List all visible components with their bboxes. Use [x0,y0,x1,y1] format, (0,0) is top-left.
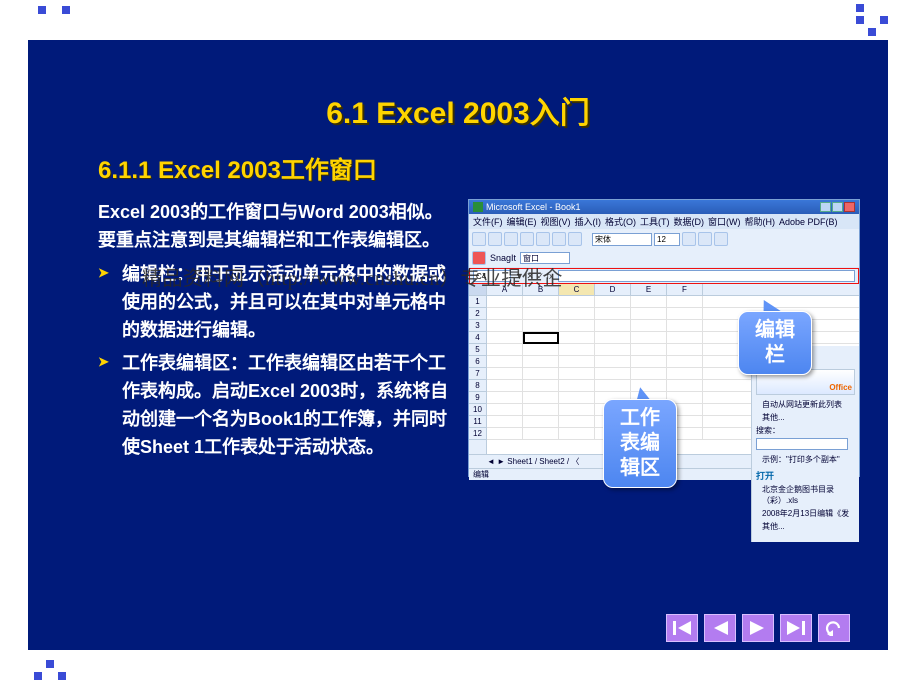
slide: 6.1 Excel 2003入门 6.1.1 Excel 2003工作窗口 Ex… [28,40,888,650]
row-headers: 1 2 3 4 5 6 7 8 9 10 11 12 [469,284,487,454]
col-e[interactable]: E [631,284,667,295]
row-7[interactable]: 7 [469,368,486,380]
office-logo: Office [829,383,852,392]
menu-format[interactable]: 格式(O) [605,215,636,228]
nav-first-button[interactable] [666,614,698,642]
font-select[interactable]: 宋体 [592,233,652,246]
col-c[interactable]: C [559,284,595,295]
formula-bar-highlight: C4 ▼ ✕ ✓ fx [469,268,859,284]
italic-icon[interactable] [698,232,712,246]
illustration-column: Microsoft Excel - Book1 文件(F) 编辑(E) 视图(V… [458,199,888,468]
text-column: Excel 2003的工作窗口与Word 2003相似。要重点注意到是其编辑栏和… [28,199,458,468]
row-9[interactable]: 9 [469,392,486,404]
task-pane: 开始工作 ▾ Office 自动从网站更新此列表 其他... 搜索： 示例："打… [751,346,859,542]
slide-subtitle: 6.1.1 Excel 2003工作窗口 [28,132,888,185]
menu-adobe[interactable]: Adobe PDF(B) [779,217,838,227]
maximize-icon[interactable] [832,202,843,212]
cut-icon[interactable] [536,232,550,246]
row-8[interactable]: 8 [469,380,486,392]
nav-buttons [666,614,850,642]
nav-last-button[interactable] [780,614,812,642]
deco-bottom [0,654,920,688]
menu-view[interactable]: 视图(V) [541,215,571,228]
tp-open-header: 打开 [756,469,855,482]
row-11[interactable]: 11 [469,416,486,428]
print-icon[interactable] [520,232,534,246]
snagit-label: SnagIt [490,253,516,263]
tp-search-label: 搜索： [756,425,855,436]
nav-next-button[interactable] [742,614,774,642]
tp-open3[interactable]: 其他... [762,521,855,532]
slide-title: 6.1 Excel 2003入门 [28,40,888,132]
menu-file[interactable]: 文件(F) [473,215,503,228]
bullet-worksheet-area: 工作表编辑区：工作表编辑区由若干个工作表构成。启动Excel 2003时，系统将… [98,350,458,462]
menu-tools[interactable]: 工具(T) [640,215,670,228]
row-4[interactable]: 4 [469,332,486,344]
menu-data[interactable]: 数据(D) [674,215,705,228]
app-title: Microsoft Excel - Book1 [486,202,581,212]
row-12[interactable]: 12 [469,428,486,440]
excel-toolbar-snagit: SnagIt 窗口 [469,249,859,267]
tp-open2[interactable]: 2008年2月13日编辑《发 [762,508,855,519]
row-6[interactable]: 6 [469,356,486,368]
new-icon[interactable] [472,232,486,246]
status-left: 编辑 [473,469,489,480]
row-1[interactable]: 1 [469,296,486,308]
fx-controls[interactable]: ▼ ✕ ✓ fx [515,271,554,282]
tp-example: 示例："打印多个副本" [762,454,855,465]
excel-titlebar: Microsoft Excel - Book1 [469,200,859,214]
callout-worksheet-area: 工作表编辑区 [603,399,677,488]
bold-icon[interactable] [682,232,696,246]
fontsize-select[interactable]: 12 [654,233,680,246]
sheet-tab-list[interactable]: ◄ ► Sheet1 / Sheet2 / 〈 [487,456,579,467]
open-icon[interactable] [488,232,502,246]
paste-icon[interactable] [568,232,582,246]
callout-formula-bar: 编辑栏 [738,311,812,375]
row-5[interactable]: 5 [469,344,486,356]
active-cell-c4[interactable] [523,332,559,344]
paragraph-intro: Excel 2003的工作窗口与Word 2003相似。要重点注意到是其编辑栏和… [98,199,458,255]
close-icon[interactable] [844,202,855,212]
col-headers: A B C D E F [487,284,859,296]
excel-menubar: 文件(F) 编辑(E) 视图(V) 插入(I) 格式(O) 工具(T) 数据(D… [469,214,859,229]
row-2[interactable]: 2 [469,308,486,320]
nav-prev-button[interactable] [704,614,736,642]
copy-icon[interactable] [552,232,566,246]
underline-icon[interactable] [714,232,728,246]
tp-update[interactable]: 自动从网站更新此列表 [762,399,855,410]
col-a[interactable]: A [487,284,523,295]
save-icon[interactable] [504,232,518,246]
nav-return-button[interactable] [818,614,850,642]
snagit-icon[interactable] [472,251,486,265]
menu-insert[interactable]: 插入(I) [575,215,602,228]
deco-top [0,0,920,24]
formula-input[interactable] [558,270,856,282]
tp-other1[interactable]: 其他... [762,412,855,423]
tp-search-input[interactable] [756,438,848,450]
row-3[interactable]: 3 [469,320,486,332]
excel-toolbar-standard: 宋体 12 [469,229,859,249]
menu-window[interactable]: 窗口(W) [708,215,741,228]
col-b[interactable]: B [523,284,559,295]
menu-help[interactable]: 帮助(H) [745,215,776,228]
menu-edit[interactable]: 编辑(E) [507,215,537,228]
name-box[interactable]: C4 [473,270,511,282]
minimize-icon[interactable] [820,202,831,212]
tp-open1[interactable]: 北京金企鹅图书目录（彩）.xls [762,484,855,506]
snagit-target[interactable]: 窗口 [520,252,570,264]
col-d[interactable]: D [595,284,631,295]
col-f[interactable]: F [667,284,703,295]
row-10[interactable]: 10 [469,404,486,416]
app-icon [473,202,483,212]
bullet-formula-bar: 编辑栏：用于显示活动单元格中的数据或使用的公式，并且可以在其中对单元格中的数据进… [98,261,458,345]
